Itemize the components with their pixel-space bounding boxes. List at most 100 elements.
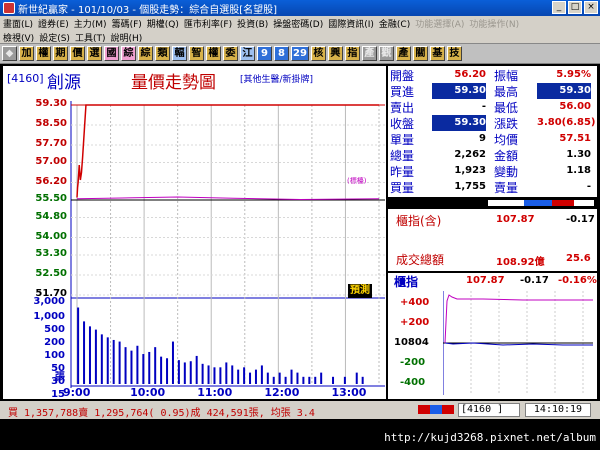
- menu-item[interactable]: 期權(Q): [147, 17, 179, 30]
- quote-row: 賣出 - 最低 56.00: [388, 99, 597, 115]
- quote-label: 均價: [494, 133, 519, 147]
- chart-title: 量價走勢圖: [131, 73, 216, 93]
- toolbar-button[interactable]: 29: [291, 46, 309, 61]
- quote-label: 買進: [390, 85, 415, 99]
- volume-tick-label: 張: [55, 372, 65, 383]
- menu-item[interactable]: 匯市利率(F): [184, 17, 232, 30]
- average-price-line: [76, 196, 380, 201]
- quote-value: 1,755: [454, 181, 486, 192]
- quote-value: 56.00: [559, 101, 591, 112]
- quote-value: 5.95%: [556, 69, 591, 80]
- menu-item[interactable]: 籌碼(F): [112, 17, 142, 30]
- maximize-button[interactable]: □: [568, 1, 582, 14]
- price-tick-label: 56.20: [35, 175, 67, 187]
- stock-name: 創源: [47, 73, 81, 93]
- quote-label: 振幅: [494, 69, 519, 83]
- forecast-button[interactable]: 預測: [348, 284, 372, 298]
- toolbar-button[interactable]: 產: [395, 46, 411, 61]
- quote-row: 收盤 59.30 漲跌 3.80(6.85): [388, 115, 597, 131]
- menu-item[interactable]: 功能選擇(A): [415, 17, 464, 30]
- quote-label: 漲跌: [494, 117, 519, 131]
- stock-code-input[interactable]: [4160 ]: [458, 403, 520, 417]
- quote-label: 收盤: [390, 117, 415, 131]
- toolbar-button[interactable]: 8: [274, 46, 289, 61]
- toolbar-button[interactable]: 核: [310, 46, 326, 61]
- toolbar-button[interactable]: 關: [412, 46, 428, 61]
- quote-value: 59.30: [432, 115, 486, 131]
- toolbar-button[interactable]: 委: [223, 46, 238, 61]
- toolbar-button[interactable]: 國: [104, 46, 119, 61]
- quote-row: 總量 2,262 金額 1.30: [388, 147, 597, 163]
- index-change: -0.17: [566, 214, 595, 225]
- menu-item[interactable]: 操盤密碼(D): [273, 17, 323, 30]
- quote-row: 單量 9 均價 57.51: [388, 131, 597, 147]
- clock: 14:10:19: [525, 403, 591, 417]
- chart-header: [4160] 創源 量價走勢圖 [其他生醫/新掛牌]: [3, 66, 386, 96]
- otc-index-mini-chart: 櫃指 107.87 -0.17 -0.16% +400 +200 10804 -200…: [388, 273, 597, 399]
- quote-value: 56.20: [454, 69, 486, 80]
- toolbar-button[interactable]: 期: [53, 46, 68, 61]
- menu-item[interactable]: 證券(E): [38, 17, 69, 30]
- toolbar-button[interactable]: 技: [446, 46, 462, 61]
- mini-tick-label: -400: [400, 377, 426, 388]
- menu-item[interactable]: 功能操作(N): [469, 17, 519, 30]
- quote-value: 1,923: [454, 165, 486, 176]
- toolbar-button[interactable]: 智: [189, 46, 204, 61]
- menu-item[interactable]: 檢視(V): [3, 31, 34, 44]
- quote-label: 最高: [494, 85, 519, 99]
- price-tick-label: 52.50: [35, 268, 67, 279]
- menu-item[interactable]: 國際資訊(I): [328, 17, 374, 30]
- quote-row: 買進 59.30 最高 59.30: [388, 83, 597, 99]
- toolbar-button[interactable]: 輻: [172, 46, 187, 61]
- quote-label: 總量: [390, 149, 415, 163]
- toolbar-button[interactable]: 基: [429, 46, 445, 61]
- price-tick-label: 55.50: [35, 193, 67, 204]
- toolbar-button[interactable]: 價: [70, 46, 85, 61]
- price-tick-label: 54.80: [35, 210, 67, 222]
- menu-item[interactable]: 說明(H): [110, 31, 142, 44]
- menu-bar: 畫面(L) 證券(E) 主力(M) 籌碼(F) 期權(Q) 匯市利率(F) 投資(B) 操盤密…: [0, 16, 600, 44]
- volume-tick-label: 3,000: [33, 296, 65, 307]
- stock-code: [4160]: [7, 72, 44, 85]
- quote-value: -: [586, 181, 591, 192]
- toolbar-button[interactable]: 興: [327, 46, 343, 61]
- mini-label: 櫃指: [394, 275, 419, 289]
- amount-label: 成交總額: [396, 253, 445, 267]
- toolbar-button[interactable]: 權: [206, 46, 221, 61]
- plot-area: [69, 101, 385, 388]
- minimize-button[interactable]: _: [552, 1, 566, 14]
- toolbar-button[interactable]: 9: [257, 46, 272, 61]
- menu-item[interactable]: 畫面(L): [3, 17, 33, 30]
- toolbar-button[interactable]: 產: [361, 46, 377, 61]
- toolbar: ◆ 加權期價選國綜綜類輻智權委江 9 8 29 核興指產觀產關基技: [0, 44, 600, 64]
- menu-item[interactable]: 設定(S): [39, 31, 70, 44]
- price-tick-label: 59.30: [35, 98, 67, 109]
- toolbar-button[interactable]: 權: [36, 46, 51, 61]
- toolbar-button[interactable]: 選: [87, 46, 102, 61]
- quote-row: 買量 1,755 賣量 -: [388, 179, 597, 195]
- toolbar-button[interactable]: 綜: [138, 46, 153, 61]
- mini-value: 107.87: [466, 275, 505, 286]
- index-value: 107.87: [496, 214, 535, 225]
- toolbar-button[interactable]: 類: [155, 46, 170, 61]
- close-button[interactable]: ×: [584, 1, 598, 14]
- toolbar-button[interactable]: 江: [240, 46, 255, 61]
- amount-value-2: 25.6: [566, 253, 591, 264]
- menu-item[interactable]: 主力(M): [74, 17, 107, 30]
- status-color-red: [418, 405, 430, 414]
- quote-value: 3.80(6.85): [537, 117, 596, 128]
- toolbar-button[interactable]: 綜: [121, 46, 136, 61]
- menu-item[interactable]: 金融(C): [379, 17, 410, 30]
- index-label: 櫃指(含): [396, 214, 442, 228]
- toolbar-button[interactable]: ◆: [2, 46, 17, 61]
- menu-item[interactable]: 工具(T): [75, 31, 106, 44]
- menu-item[interactable]: 投資(B): [237, 17, 268, 30]
- otc-index-panel: 櫃指(含) 107.87 -0.17 成交總額 108.92億 25.6: [388, 209, 597, 271]
- toolbar-button[interactable]: 觀: [378, 46, 394, 61]
- window-title: 新世紀贏家 - 101/10/03 - 個股走勢：綜合自選股[名望股]: [18, 4, 278, 16]
- quote-label: 賣量: [494, 181, 519, 195]
- industry-link[interactable]: [其他生醫/新掛牌]: [240, 72, 313, 85]
- toolbar-button[interactable]: 指: [344, 46, 360, 61]
- toolbar-button[interactable]: 加: [19, 46, 34, 61]
- mini-change: -0.17: [520, 275, 549, 286]
